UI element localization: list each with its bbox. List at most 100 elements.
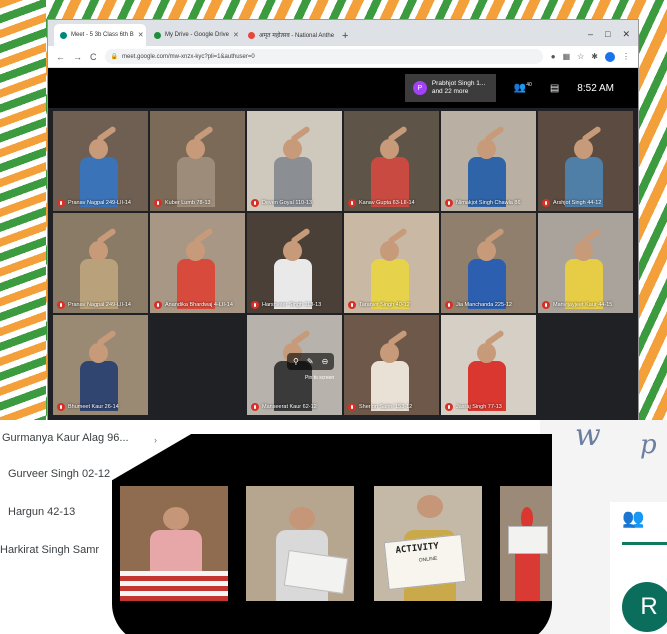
new-tab-button[interactable]: + <box>336 30 354 46</box>
presenter-chip[interactable]: P Prabhjot Singh 1... and 22 more <box>404 74 496 102</box>
maximize-button[interactable]: □ <box>605 29 610 40</box>
child-head <box>163 506 190 530</box>
participant-name-tag: Manseerat Kaur 62-12 <box>251 403 317 411</box>
participant-name-tag: Arshjot Singh 44-12 <box>542 199 601 207</box>
participant-name: Manvijayjeet Kaur 44-15 <box>553 302 613 308</box>
participant-head <box>380 241 400 261</box>
chat-icon[interactable]: ▤ <box>550 83 559 94</box>
participant-name: Nimakjot Singh Chawla 86 <box>456 200 521 206</box>
participant-tile[interactable]: Taranvir Singh 40-12 <box>344 213 439 313</box>
tab-strip: Meet - 5 3b Class 6th B ✕ My Drive - Goo… <box>48 20 638 46</box>
remove-icon[interactable]: ⊖ <box>322 357 329 366</box>
participant-name-tag: Kuber Lumb 78-13 <box>154 199 211 207</box>
participant-tile[interactable]: Sherlon Sahni 153-12 <box>344 315 439 415</box>
puzzle-icon[interactable]: ✱ <box>591 52 598 61</box>
tab-drive[interactable]: My Drive - Google Drive ✕ <box>148 24 240 46</box>
people-icon[interactable]: 👥 <box>622 508 644 529</box>
participant-head <box>283 139 303 159</box>
mute-icon[interactable]: ✎ <box>307 357 314 366</box>
activity-photo: ACTIVITY ONLINE <box>374 486 482 601</box>
profile-avatar[interactable] <box>605 51 615 62</box>
empty-tile <box>150 315 245 415</box>
tab-anthem[interactable]: अमृत महोत्सव - National Anthem ✕ <box>242 24 334 46</box>
participant-tile[interactable]: Nimakjot Singh Chawla 86 <box>441 111 536 211</box>
participant-name: Sherlon Sahni 153-12 <box>359 404 413 410</box>
extension-icon[interactable]: ▦ <box>563 52 571 61</box>
participant-name-tag: Harshveer Singh 113-13 <box>251 301 321 309</box>
close-window-button[interactable]: ✕ <box>622 29 630 40</box>
star-icon[interactable]: ☆ <box>577 52 584 61</box>
activity-poster-text: ACTIVITY <box>395 541 440 556</box>
mic-muted-icon <box>445 403 453 411</box>
camera-icon[interactable]: ● <box>551 52 556 61</box>
participant-name: Kuber Lumb 78-13 <box>165 200 211 206</box>
menu-icon[interactable]: ⋮ <box>622 52 630 61</box>
meet-top-bar: P Prabhjot Singh 1... and 22 more 👥40 ▤ … <box>48 68 638 108</box>
tab-meet[interactable]: Meet - 5 3b Class 6th B ✕ <box>54 24 146 46</box>
close-tab-icon[interactable]: ✕ <box>138 31 144 39</box>
participant-head <box>89 139 109 159</box>
empty-tile <box>538 315 633 415</box>
back-button[interactable]: ← <box>56 52 65 62</box>
meeting-clock: 8:52 AM <box>577 82 614 94</box>
active-tab-indicator <box>622 542 667 545</box>
address-bar-row: ← → C 🔒 meet.google.com/mw-xnzx-kyc?pli=… <box>48 46 638 68</box>
child-head <box>289 506 316 530</box>
participant-name: Manseerat Kaur 62-12 <box>262 404 317 410</box>
participant-name-tag: Nimakjot Singh Chawla 86 <box>445 199 521 207</box>
reload-button[interactable]: C <box>90 52 97 62</box>
participant-tile[interactable]: Deven Goyal 110-13 <box>247 111 342 211</box>
handwriting-left: w <box>575 418 601 453</box>
avatar[interactable]: R <box>622 582 667 632</box>
participant-name-tag: Deven Goyal 110-13 <box>251 199 312 207</box>
mic-muted-icon <box>445 199 453 207</box>
participant-head <box>574 139 594 159</box>
participant-head <box>186 139 206 159</box>
people-list-item[interactable]: Harkirat Singh Samr <box>0 544 99 556</box>
participant-name: Jasraj Singh 77-13 <box>456 404 502 410</box>
activity-photo <box>246 486 354 601</box>
participant-tile[interactable]: Pranav Nagpal 249-LII-14 <box>53 111 148 211</box>
participant-tile[interactable]: Pranav Nagpal 249-LII-14 <box>53 213 148 313</box>
participant-name-tag: Kanav Gupta 63-LII-14 <box>348 199 415 207</box>
participant-tile[interactable]: Manvijayjeet Kaur 44-15 <box>538 213 633 313</box>
participant-tile[interactable]: Anandika Bhardwaj 4-LII-14 <box>150 213 245 313</box>
people-list-item[interactable]: Gurmanya Kaur Alag 96... <box>2 432 129 444</box>
participant-tile[interactable]: Bhumeet Kaur 26-14 <box>53 315 148 415</box>
participant-tile[interactable]: Jia Manchanda 225-12 <box>441 213 536 313</box>
url-field[interactable]: 🔒 meet.google.com/mw-xnzx-kyc?pli=1&auth… <box>104 49 543 64</box>
mic-muted-icon <box>251 301 259 309</box>
close-tab-icon[interactable]: ✕ <box>233 31 239 39</box>
participant-name: Anandika Bhardwaj 4-LII-14 <box>165 302 233 308</box>
anthem-favicon-icon <box>248 31 255 39</box>
window-controls: – □ ✕ <box>580 29 638 46</box>
participant-tile[interactable]: Arshjot Singh 44-12 <box>538 111 633 211</box>
tile-hover-controls: ⚲ ✎ ⊖ <box>287 353 335 370</box>
pin-icon[interactable]: ⚲ <box>293 357 299 366</box>
forward-button[interactable]: → <box>73 52 82 62</box>
child-head <box>417 495 444 519</box>
participant-name: Jia Manchanda 225-12 <box>456 302 512 308</box>
mic-muted-icon <box>445 301 453 309</box>
presenter-text: Prabhjot Singh 1... and 22 more <box>431 80 486 95</box>
participant-name-tag: Taranvir Singh 40-12 <box>348 301 410 309</box>
people-list-item[interactable]: Hargun 42-13 <box>8 506 75 518</box>
mic-muted-icon <box>542 199 550 207</box>
people-list-item[interactable]: Gurveer Singh 02-12 <box>8 468 110 480</box>
chevron-icon[interactable]: › <box>154 435 157 445</box>
participant-tile[interactable]: Kanav Gupta 63-LII-14 <box>344 111 439 211</box>
browser-window: Meet - 5 3b Class 6th B ✕ My Drive - Goo… <box>48 20 638 420</box>
participant-name-tag: Sherlon Sahni 153-12 <box>348 403 412 411</box>
tab-label: Meet - 5 3b Class 6th B <box>71 32 134 38</box>
participant-name: Bhumeet Kaur 26-14 <box>68 404 119 410</box>
participant-head <box>380 343 400 363</box>
minimize-button[interactable]: – <box>588 29 593 40</box>
mic-muted-icon <box>154 199 162 207</box>
people-icon[interactable]: 👥40 <box>514 82 532 93</box>
mic-muted-icon <box>154 301 162 309</box>
participant-tile[interactable]: Jasraj Singh 77-13 <box>441 315 536 415</box>
participant-head <box>380 139 400 159</box>
participant-tile[interactable]: Manseerat Kaur 62-12 ⚲ ✎ ⊖ Pin to screen <box>247 315 342 415</box>
participant-tile[interactable]: Kuber Lumb 78-13 <box>150 111 245 211</box>
participant-tile[interactable]: Harshveer Singh 113-13 <box>247 213 342 313</box>
